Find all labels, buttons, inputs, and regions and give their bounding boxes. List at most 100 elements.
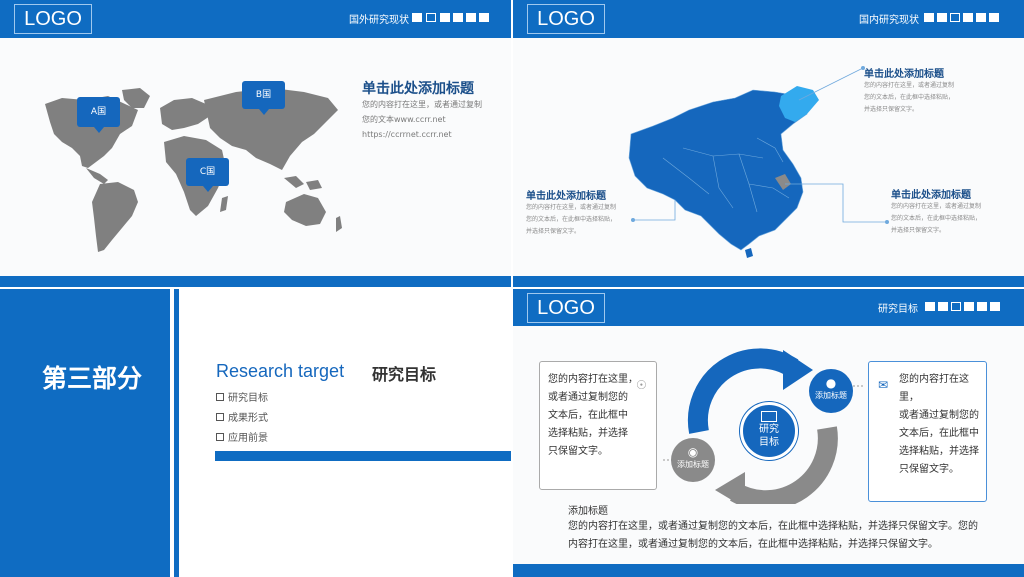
- slide-section-three[interactable]: 第三部分 Research target 研究目标 研究目标 成果形式 应用前景: [0, 289, 511, 577]
- agenda-item[interactable]: 应用前景: [216, 429, 268, 449]
- text-line: 您的内容打在这里，或者通过复制: [362, 100, 482, 109]
- bottom-title: 添加标题: [568, 506, 608, 517]
- slide-header: LOGO 国外研究现状: [0, 0, 511, 38]
- header-title: 研究目标: [878, 304, 918, 315]
- text-line: 或者通过复制您的: [899, 410, 979, 421]
- text-line: 您的文本后，在此框中选择粘贴，: [526, 216, 617, 223]
- callout-text: 您的内容打在这里，或者通过复制 您的文本后，在此框中选择粘贴， 并选择只保留文字…: [891, 201, 981, 237]
- footer-bar: [513, 564, 1024, 577]
- bubble-label: 添加标题: [677, 460, 709, 469]
- text-line: 您的文本后，在此框中选择粘贴，: [864, 94, 955, 101]
- checkbox-icon: [216, 393, 224, 401]
- agenda-item-label: 研究目标: [228, 393, 268, 404]
- bubble-label: 添加标题: [815, 391, 847, 400]
- checkbox-icon: [216, 413, 224, 421]
- section-panel: [0, 289, 170, 577]
- text-line: 您的文本后，在此框中选择粘贴，: [891, 215, 982, 222]
- checkbox-icon: [216, 433, 224, 441]
- bubble-grey[interactable]: ◉ 添加标题: [671, 438, 715, 482]
- text-line: https://ccrrnet.ccrr.net: [362, 130, 452, 139]
- text-line: 您的内容打在这里，: [899, 374, 969, 403]
- agenda-item[interactable]: 研究目标: [216, 389, 268, 409]
- progress-square: [479, 13, 489, 22]
- agenda-item[interactable]: 成果形式: [216, 409, 268, 429]
- marker-pointer: [203, 186, 213, 192]
- text-line: 只保留文字。: [899, 464, 959, 475]
- accent-bar: [215, 451, 511, 461]
- text-box-left[interactable]: 您的内容打在这里， 或者通过复制您的 文本后，在此框中 选择粘贴，并选择 只保留…: [539, 361, 657, 490]
- slide-research-target[interactable]: LOGO 研究目标 您的内容打在这里， 或者通过复制您的 文本后，在此框中 选择…: [513, 289, 1024, 577]
- progress-square: [466, 13, 476, 22]
- progress-square: [440, 13, 450, 22]
- progress-square: [924, 13, 934, 22]
- progress-square: [964, 302, 974, 311]
- text-line: 您的内容打在这里，或者通过复制您的文本后，在此框中选择粘贴，并选择只保留文字。您…: [568, 521, 978, 532]
- agenda-item-label: 应用前景: [228, 433, 268, 444]
- callout-northeast: 单击此处添加标题 您的内容打在这里，或者通过复制 您的文本后，在此框中选择粘贴，…: [864, 65, 954, 116]
- piggy-bank-icon: ◉: [687, 445, 699, 459]
- progress-square: [963, 13, 973, 22]
- bubble-blue[interactable]: ● 添加标题: [809, 369, 853, 413]
- progress-square: [989, 13, 999, 22]
- callout-title: 单击此处添加标题: [526, 191, 606, 202]
- slide-domestic-research[interactable]: LOGO 国内研究现状 单击此处添加标题 您的内容打在这里，或者通过复制 您的文…: [513, 0, 1024, 287]
- progress-square-current: [950, 13, 960, 22]
- box-text: 您的内容打在这里， 或者通过复制您的 文本后，在此框中 选择粘贴，并选择 只保留…: [540, 362, 656, 461]
- text-line: 并选择只保留文字。: [526, 228, 581, 235]
- world-map: [45, 88, 342, 252]
- progress-square: [412, 13, 422, 22]
- slide-foreign-research[interactable]: LOGO 国外研究现状 A国 B国 C国 单击此处添加标题 您的内容打在这里，或…: [0, 0, 511, 287]
- text-line: 文本后，在此框中: [548, 410, 628, 421]
- slide-header: LOGO 国内研究现状: [513, 0, 1024, 38]
- callout-east: 单击此处添加标题 您的内容打在这里，或者通过复制 您的文本后，在此框中选择粘贴，…: [891, 186, 981, 237]
- progress-square: [938, 302, 948, 311]
- progress-square: [976, 13, 986, 22]
- medal-icon: ☉: [636, 378, 647, 392]
- text-box-right[interactable]: 您的内容打在这里， 或者通过复制您的 文本后，在此框中 选择粘贴，并选择 只保留…: [868, 361, 987, 502]
- progress-square: [990, 302, 1000, 311]
- chat-icon: ●: [825, 376, 837, 390]
- progress-square: [453, 13, 463, 22]
- agenda-item-label: 成果形式: [228, 413, 268, 424]
- section-title: 第三部分: [41, 364, 142, 393]
- callout-title: 单击此处添加标题: [864, 69, 944, 80]
- text-line: 您的内容打在这里，或者通过复制: [891, 203, 982, 210]
- callout-text: 您的内容打在这里，或者通过复制 您的文本后，在此框中选择粘贴， 并选择只保留文字…: [526, 202, 616, 238]
- progress-square: [977, 302, 987, 311]
- text-line: 选择粘贴，并选择: [899, 446, 979, 457]
- laptop-icon: [761, 411, 777, 422]
- progress-square: [937, 13, 947, 22]
- map-marker-c[interactable]: C国: [186, 158, 229, 186]
- callout-title: 单击此处添加标题: [891, 190, 971, 201]
- text-line: 并选择只保留文字。: [864, 106, 919, 113]
- header-title: 国外研究现状: [349, 15, 409, 26]
- slide-title: 单击此处添加标题: [362, 81, 474, 97]
- agenda-list: 研究目标 成果形式 应用前景: [216, 389, 268, 449]
- progress-square: [925, 302, 935, 311]
- progress-square-current: [951, 302, 961, 311]
- marker-pointer: [259, 109, 269, 115]
- title-cn: 研究目标: [372, 365, 437, 384]
- callout-west: 单击此处添加标题 您的内容打在这里，或者通过复制 您的文本后，在此框中选择粘贴，…: [526, 187, 616, 238]
- center-circle[interactable]: 研究 目标: [740, 402, 798, 460]
- text-line: 您的内容打在这里，或者通过复制: [526, 204, 617, 211]
- text-line: 并选择只保留文字。: [891, 227, 946, 234]
- logo: LOGO: [527, 4, 605, 34]
- center-label: 目标: [759, 437, 779, 448]
- marker-pointer: [94, 127, 104, 133]
- map-marker-b[interactable]: B国: [242, 81, 285, 109]
- bottom-text: 您的内容打在这里，或者通过复制您的文本后，在此框中选择粘贴，并选择只保留文字。您…: [568, 518, 978, 554]
- section-stripe: [174, 289, 179, 577]
- logo: LOGO: [527, 293, 605, 323]
- center-label: 研究: [759, 424, 779, 435]
- body-text: 您的内容打在这里，或者通过复制 您的文本www.ccrr.net https:/…: [362, 97, 482, 142]
- title-en: Research target: [216, 361, 345, 381]
- callout-text: 您的内容打在这里，或者通过复制 您的文本后，在此框中选择粘贴， 并选择只保留文字…: [864, 80, 954, 116]
- footer-bar: [513, 276, 1024, 287]
- text-line: 文本后，在此框中: [899, 428, 979, 439]
- text-line: 您的文本www.ccrr.net: [362, 115, 446, 124]
- text-line: 只保留文字。: [548, 446, 608, 457]
- map-marker-a[interactable]: A国: [77, 97, 120, 127]
- mail-icon: ✉: [878, 378, 889, 392]
- text-line: 内容打在这里，或者通过复制您的文本后，在此框中选择粘贴，并选择只保留文字。: [568, 539, 938, 550]
